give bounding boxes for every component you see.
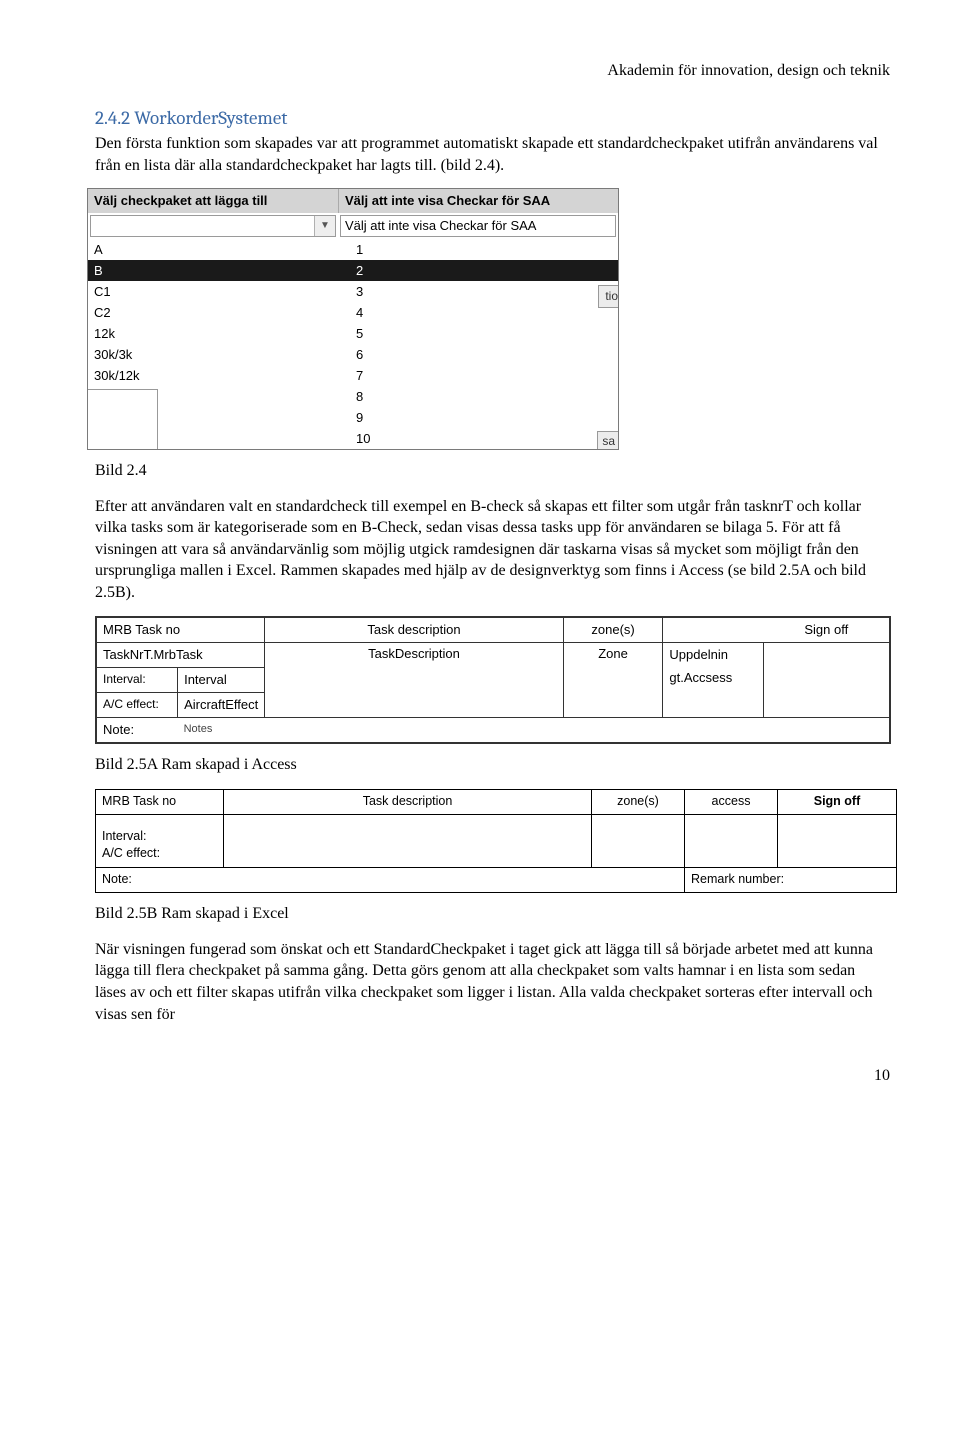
fig24-cell-num: 2 xyxy=(350,260,618,281)
fig25b-h4: access xyxy=(685,790,778,815)
fig24-cell-num: 6 xyxy=(350,344,618,365)
paragraph-2: Efter att användaren valt en standardche… xyxy=(95,496,890,604)
page-number: 10 xyxy=(95,1065,890,1087)
fig24-row[interactable]: 6Y/4Y10 xyxy=(88,428,618,449)
paragraph-3: När visningen fungerad som önskat och et… xyxy=(95,939,890,1025)
fig24-cell-num: 9 xyxy=(350,407,618,428)
paragraph-1: Den första funktion som skapades var att… xyxy=(95,133,890,176)
fig24-list[interactable]: A1B2C13C2412k530k/3k630k/12k72Y84Y/2Y96Y… xyxy=(88,239,618,449)
fig25a-h2: Task description xyxy=(265,617,563,642)
fig24-row[interactable]: 4Y/2Y9 xyxy=(88,407,618,428)
fig25a-h1: MRB Task no xyxy=(97,617,265,642)
fig25a-upp2: gt.Accsess xyxy=(663,667,764,717)
fig25b-note-label: Note: xyxy=(96,868,685,893)
fig24-cell-num: 4 xyxy=(350,302,618,323)
fig25a-interval-value: Interval xyxy=(178,667,265,692)
fig24-cell-name: 30k/3k xyxy=(88,344,350,365)
fig24-cell-num: 5 xyxy=(350,323,618,344)
fig25b-h1: MRB Task no xyxy=(96,790,224,815)
header-institution: Akademin för innovation, design och tekn… xyxy=(95,60,890,82)
fig24-row[interactable]: C24 xyxy=(88,302,618,323)
fig25a-aceffect-label: A/C effect: xyxy=(97,692,178,717)
fig24-cell-num: 10 xyxy=(350,428,618,449)
figure-2-4: Välj checkpaket att lägga till Välj att … xyxy=(87,188,619,450)
fig24-cell-name: 12k xyxy=(88,323,350,344)
fig25a-upp1: Uppdelnin xyxy=(663,642,764,667)
caption-2-5a: Bild 2.5A Ram skapad i Access xyxy=(95,754,890,776)
fig25a-zone: Zone xyxy=(563,642,663,717)
fig25a-note-value: Notes xyxy=(178,717,890,742)
fig24-combo-left[interactable]: ▼ xyxy=(90,215,336,237)
caption-2-5b: Bild 2.5B Ram skapad i Excel xyxy=(95,903,890,925)
fig25a-aceffect-value: AircraftEffect xyxy=(178,692,265,717)
fig24-row[interactable]: 30k/3k6 xyxy=(88,344,618,365)
fig24-combo-right-text: Välj att inte visa Checkar för SAA xyxy=(341,217,536,235)
fig25b-remark-label: Remark number: xyxy=(685,868,897,893)
fig25a-taskdesc: TaskDescription xyxy=(265,642,563,717)
fig24-cell-name: B xyxy=(88,260,350,281)
fig25b-h5: Sign off xyxy=(778,790,897,815)
fig24-row[interactable]: C13 xyxy=(88,281,618,302)
fig24-row[interactable]: A1 xyxy=(88,239,618,260)
fig25a-tasknr: TaskNrT.MrbTask xyxy=(97,642,265,667)
fig24-header-right-1: Välj att inte visa Checkar för SAA xyxy=(345,192,612,210)
fig25b-interval-label: Interval: xyxy=(102,828,217,845)
fig24-cell-name: C1 xyxy=(88,281,350,302)
fig25a-h4: Sign off xyxy=(764,617,890,642)
fig24-row[interactable]: 12k5 xyxy=(88,323,618,344)
fig24-cell-name: C2 xyxy=(88,302,350,323)
fig24-cell-num: 3 xyxy=(350,281,618,302)
figure-2-5b: MRB Task no Task description zone(s) acc… xyxy=(95,789,897,893)
fig25a-signoff xyxy=(764,642,890,717)
fig24-row[interactable]: 30k/12k7 xyxy=(88,365,618,386)
fig24-cell-name: A xyxy=(88,239,350,260)
fig24-cell-num: 1 xyxy=(350,239,618,260)
fig25b-aceffect-label: A/C effect: xyxy=(102,845,217,862)
fig25a-note-label: Note: xyxy=(97,717,178,742)
fig24-cell-num: 7 xyxy=(350,365,618,386)
fig24-cell-name: 30k/12k xyxy=(88,365,350,386)
caption-2-4: Bild 2.4 xyxy=(95,460,890,482)
fig24-overlay-top: tio xyxy=(598,285,619,307)
fig24-cell-num: 8 xyxy=(350,386,618,407)
fig24-overlay-bottom: sa xyxy=(597,431,619,450)
figure-2-5a: MRB Task no Task description zone(s) Sig… xyxy=(95,616,891,744)
fig24-row[interactable]: B2 xyxy=(88,260,618,281)
fig25a-interval-label: Interval: xyxy=(97,667,178,692)
fig25b-h2: Task description xyxy=(224,790,592,815)
chevron-down-icon: ▼ xyxy=(314,216,335,236)
fig25a-h-blank xyxy=(663,617,764,642)
fig24-header-left: Välj checkpaket att lägga till xyxy=(88,189,338,213)
fig25b-h3: zone(s) xyxy=(592,790,685,815)
section-heading: 2.4.2 WorkorderSystemet xyxy=(95,106,890,132)
fig24-combo-right[interactable]: Välj att inte visa Checkar för SAA xyxy=(340,215,616,237)
fig24-cutout xyxy=(87,389,158,450)
fig25a-h3: zone(s) xyxy=(563,617,663,642)
fig24-row[interactable]: 2Y8 xyxy=(88,386,618,407)
